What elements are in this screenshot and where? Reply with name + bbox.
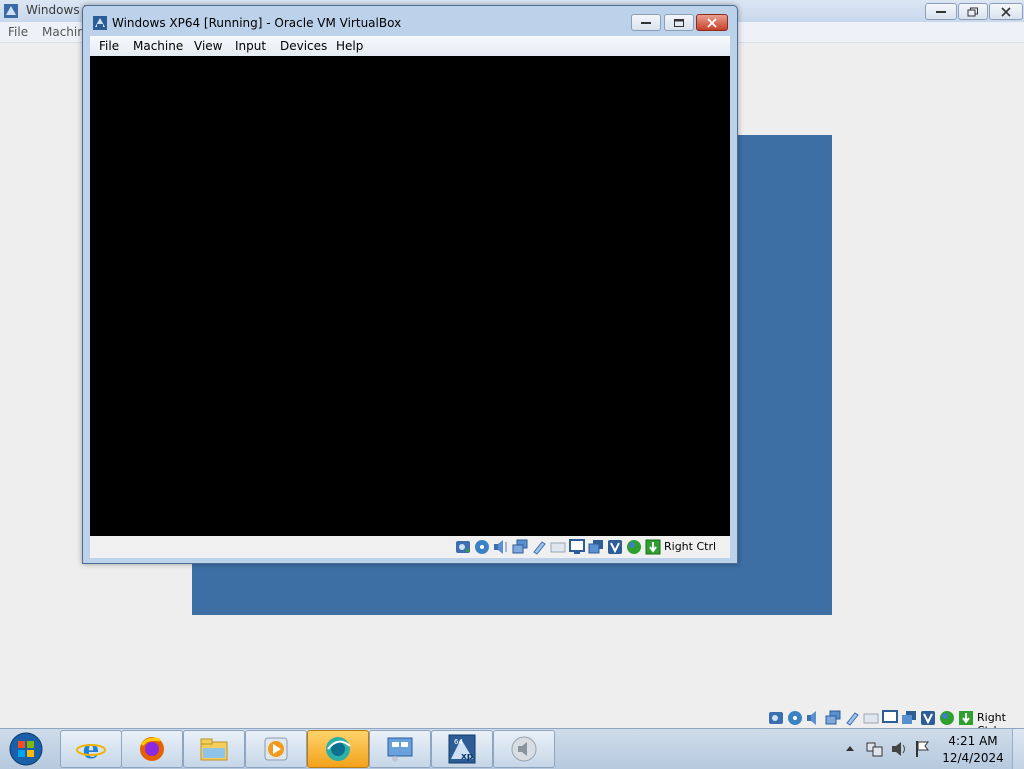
folder-icon	[200, 738, 228, 761]
vm-guest-display[interactable]	[90, 56, 730, 536]
system-tray: 4:21 AM 12/4/2024	[840, 729, 1024, 769]
clock-time[interactable]: 4:21 AM	[943, 734, 1003, 748]
restore-icon	[967, 7, 978, 16]
network-status-icon[interactable]	[866, 740, 884, 758]
speaker-icon	[511, 736, 537, 762]
taskbar-internet-explorer[interactable]: e	[60, 730, 122, 768]
menu-devices[interactable]: Devices	[280, 39, 327, 53]
minimize-icon	[936, 10, 946, 13]
audio-icon[interactable]	[806, 710, 822, 726]
window-title: Windows XP64 [Running] - Oracle VM Virtu…	[112, 16, 402, 30]
taskbar-remote-desktop[interactable]	[369, 730, 431, 768]
taskbar-windows-xp64-vm[interactable]: 64 xp	[431, 730, 493, 768]
virtualbox-icon	[4, 4, 18, 18]
taskbar-media-player[interactable]	[245, 730, 307, 768]
menu-machine[interactable]: Machin	[42, 25, 85, 39]
taskbar-audio-app[interactable]	[493, 730, 555, 768]
close-button[interactable]	[696, 14, 728, 31]
menu-machine[interactable]: Machine	[133, 39, 183, 53]
window-menubar: File Machine View Input Devices Help	[90, 36, 730, 56]
mouse-integration-icon[interactable]	[626, 539, 642, 555]
virtualization-icon[interactable]	[920, 710, 936, 726]
virtualbox-icon	[93, 16, 107, 30]
network-icon[interactable]	[825, 710, 841, 726]
usb-icon[interactable]	[531, 539, 547, 555]
usb-icon[interactable]	[844, 710, 860, 726]
close-icon	[707, 17, 717, 28]
taskbar: e 64 xp 4:21 AM 12/4/2024	[0, 728, 1024, 769]
internet-explorer-icon: e	[76, 735, 106, 764]
maximize-icon	[674, 18, 684, 27]
svg-text:xp: xp	[461, 752, 474, 762]
maximize-button[interactable]	[664, 14, 694, 31]
vm-status-bar: Right Ctrl	[90, 536, 730, 558]
taskbar-firefox[interactable]	[121, 730, 183, 768]
display-icon[interactable]	[569, 539, 585, 555]
optical-drive-icon[interactable]	[787, 710, 803, 726]
menu-help[interactable]: Help	[336, 39, 363, 53]
close-icon	[1001, 6, 1011, 17]
virtualization-icon[interactable]	[607, 539, 623, 555]
clock-date[interactable]: 12/4/2024	[940, 751, 1006, 765]
video-capture-icon[interactable]	[901, 710, 917, 726]
svg-text:e: e	[83, 735, 100, 764]
hard-disk-icon[interactable]	[768, 710, 784, 726]
minimize-icon	[641, 21, 651, 24]
network-icon[interactable]	[512, 539, 528, 555]
menu-file[interactable]: File	[99, 39, 119, 53]
volume-icon[interactable]	[890, 740, 908, 758]
virtualbox-vm-window: Windows XP64 [Running] - Oracle VM Virtu…	[82, 5, 738, 564]
hard-disk-icon[interactable]	[455, 539, 471, 555]
host-key-label: Right Ctrl	[664, 540, 717, 553]
windows-xp64-icon: 64 xp	[448, 734, 476, 764]
mouse-integration-icon[interactable]	[939, 710, 955, 726]
firefox-icon	[140, 737, 164, 761]
minimize-button[interactable]	[925, 3, 957, 20]
menu-file[interactable]: File	[8, 25, 28, 39]
menu-view[interactable]: View	[194, 39, 222, 53]
keyboard-icon[interactable]	[645, 539, 661, 555]
host-status-bar: Right Ctrl	[765, 707, 1024, 737]
minimize-button[interactable]	[631, 14, 661, 31]
shared-folders-icon[interactable]	[550, 539, 566, 555]
shared-folders-icon[interactable]	[863, 710, 879, 726]
close-button[interactable]	[989, 3, 1023, 20]
taskbar-file-explorer[interactable]	[183, 730, 245, 768]
video-capture-icon[interactable]	[588, 539, 604, 555]
window-titlebar[interactable]: Windows XP64 [Running] - Oracle VM Virtu…	[83, 6, 737, 36]
keyboard-icon[interactable]	[958, 710, 974, 726]
virtualbox-manager-icon	[326, 737, 351, 761]
optical-drive-icon[interactable]	[474, 539, 490, 555]
action-center-flag-icon[interactable]	[914, 740, 930, 758]
remote-desktop-icon	[387, 737, 413, 762]
start-button[interactable]	[4, 731, 48, 767]
show-desktop-button[interactable]	[1012, 729, 1024, 769]
menu-input[interactable]: Input	[235, 39, 266, 53]
audio-icon[interactable]	[493, 539, 509, 555]
display-icon[interactable]	[882, 710, 898, 726]
show-hidden-icons-icon[interactable]	[845, 744, 855, 752]
svg-text:64: 64	[454, 738, 463, 746]
restore-button[interactable]	[958, 3, 988, 20]
media-player-icon	[264, 737, 288, 761]
taskbar-virtualbox-manager[interactable]	[307, 730, 369, 768]
